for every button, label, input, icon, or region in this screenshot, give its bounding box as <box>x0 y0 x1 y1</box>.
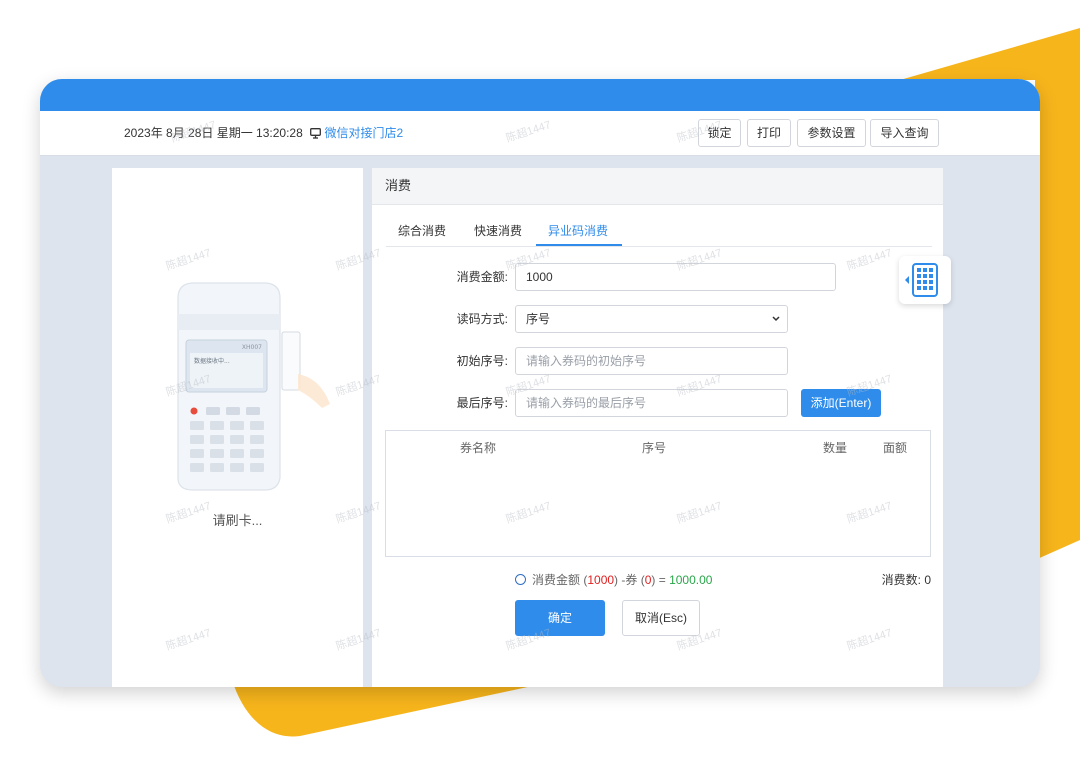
tab-cross-industry-code[interactable]: 异业码消费 <box>536 218 622 246</box>
voucher-table: 券名称 序号 数量 面额 <box>385 430 931 557</box>
datetime-store: 2023年 8月 28日 星期一 13:20:28 微信对接门店2 <box>124 111 403 157</box>
end-serial-input[interactable]: 请输入券码的最后序号 <box>515 389 788 417</box>
read-mode-label: 读码方式: <box>456 312 508 326</box>
tab-quick[interactable]: 快速消费 <box>462 218 536 246</box>
device-model-text: XH007 <box>242 344 262 351</box>
read-mode-value: 序号 <box>526 312 551 326</box>
chevron-down-icon <box>771 306 781 342</box>
column-header-serial: 序号 <box>642 441 667 455</box>
amount-input[interactable]: 1000 <box>515 263 836 291</box>
summary-amount: 1000 <box>587 573 615 587</box>
start-serial-label: 初始序号: <box>456 354 508 368</box>
panel-title: 消费 <box>372 168 943 205</box>
summary-suffix: ) = <box>651 573 670 587</box>
card-reader-panel: XH007 数据接收中... 请刷卡... <box>112 168 363 687</box>
count-value: 0 <box>924 573 931 587</box>
summary-prefix: 消费金额 ( <box>532 573 588 587</box>
app-window: 2023年 8月 28日 星期一 13:20:28 微信对接门店2 锁定 打印 … <box>40 79 1040 687</box>
keypad-button[interactable] <box>899 256 951 304</box>
consume-tabs: 综合消费 快速消费 异业码消费 <box>386 218 932 247</box>
start-serial-input[interactable]: 请输入券码的初始序号 <box>515 347 788 375</box>
swipe-card-prompt: 请刷卡... <box>212 513 263 528</box>
amount-summary: 消费金额 (1000) -券 (0) = 1000.00 <box>515 571 712 588</box>
summary-mid: ) -券 ( <box>614 573 645 587</box>
column-header-voucher-name: 券名称 <box>460 441 497 455</box>
title-bar <box>40 79 1040 111</box>
import-query-button[interactable]: 导入查询 <box>870 119 939 147</box>
store-link[interactable]: 微信对接门店2 <box>324 126 403 140</box>
read-mode-select[interactable]: 序号 <box>515 305 788 333</box>
settings-button[interactable]: 参数设置 <box>797 119 866 147</box>
summary-total: 1000.00 <box>669 573 713 587</box>
count-label: 消费数: <box>881 573 921 587</box>
tab-comprehensive[interactable]: 综合消费 <box>386 218 462 246</box>
column-header-quantity: 数量 <box>823 441 848 455</box>
monitor-icon <box>310 113 322 157</box>
info-icon <box>515 574 526 585</box>
device-screen-text: 数据接收中... <box>194 357 230 365</box>
end-serial-label: 最后序号: <box>456 396 508 410</box>
cancel-button[interactable]: 取消(Esc) <box>622 600 700 636</box>
consume-count: 消费数: 0 <box>882 571 931 588</box>
amount-label: 消费金额: <box>456 270 508 284</box>
column-header-face-value: 面额 <box>883 441 908 455</box>
keypad-icon <box>905 263 938 297</box>
consumption-panel: 消费 综合消费 快速消费 异业码消费 消费金额: 1000 读码方式: 序号 初… <box>372 168 943 687</box>
print-button[interactable]: 打印 <box>747 119 791 147</box>
